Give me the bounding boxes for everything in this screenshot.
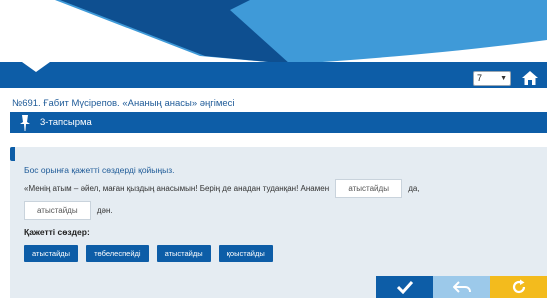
page-select[interactable]: 7 ▼ — [473, 70, 511, 86]
check-button[interactable] — [376, 276, 433, 298]
check-icon — [396, 280, 413, 294]
undo-icon — [452, 281, 471, 293]
undo-button[interactable] — [433, 276, 490, 298]
restart-icon — [512, 279, 525, 294]
action-bar — [376, 276, 547, 298]
home-icon[interactable] — [521, 70, 539, 86]
task-bar: 3-тапсырма — [10, 112, 547, 133]
chevron-down-icon: ▼ — [500, 74, 507, 82]
restart-button[interactable] — [490, 276, 547, 298]
word-option[interactable]: атыстайды — [156, 245, 211, 262]
task-label: 3-тапсырма — [40, 117, 92, 128]
sentence-part-2: да, — [408, 184, 420, 193]
header-banner — [0, 0, 547, 88]
header-toolbar: 7 ▼ — [473, 70, 539, 86]
page-select-value: 7 — [477, 73, 483, 83]
banner-graphic — [0, 0, 547, 88]
words-heading: Қажетті сөздер: — [24, 227, 90, 237]
word-option[interactable]: атыстайды — [24, 245, 79, 262]
sentence-part-3: дән. — [96, 206, 113, 215]
word-bank: атыстайды төбелеспейді атыстайды қоыстай… — [24, 245, 273, 262]
lesson-title: №691. Ғабит Мүсірепов. «Ананың анасы» әң… — [12, 98, 235, 109]
exercise-sentence: «Менің атым – әйел, маған қыздың анасымы… — [24, 178, 524, 222]
word-option[interactable]: төбелеспейді — [86, 245, 149, 262]
sentence-part-1: «Менің атым – әйел, маған қыздың анасымы… — [24, 184, 330, 193]
word-option[interactable]: қоыстайды — [218, 245, 273, 262]
blank-2[interactable]: атыстайды — [24, 201, 91, 221]
blank-1[interactable]: атыстайды — [335, 179, 402, 199]
panel-accent — [10, 147, 15, 161]
instruction-text: Бос орынға қажетті сөздерді қойыңыз. — [24, 165, 175, 175]
pen-icon — [20, 114, 30, 131]
